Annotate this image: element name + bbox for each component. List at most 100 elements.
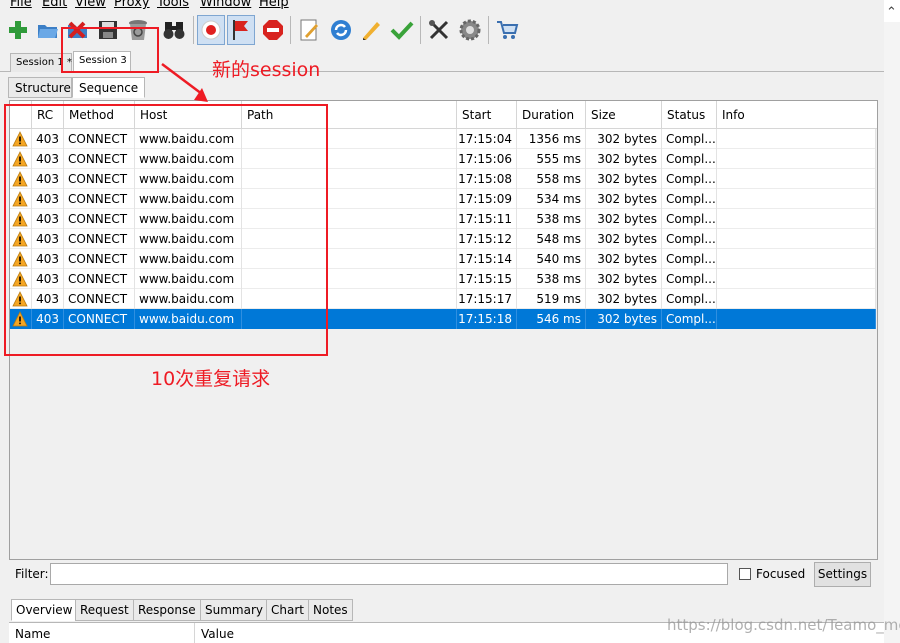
cell-status: Compl... — [662, 309, 717, 329]
filter-label: Filter: — [15, 567, 49, 581]
cell-start: 17:15:18 — [457, 309, 517, 329]
cell-size: 302 bytes — [586, 249, 662, 269]
cell-status: Compl... — [662, 249, 717, 269]
cell-duration: 519 ms — [517, 289, 586, 309]
tab-notes[interactable]: Notes — [308, 599, 353, 621]
cell-start: 17:15:12 — [457, 229, 517, 249]
cell-status: Compl... — [662, 229, 717, 249]
cell-start: 17:15:15 — [457, 269, 517, 289]
col-duration[interactable]: Duration — [517, 101, 586, 129]
cell-duration: 1356 ms — [517, 129, 586, 149]
cell-duration: 558 ms — [517, 169, 586, 189]
binoculars-icon[interactable] — [160, 15, 188, 45]
focused-label[interactable]: Focused — [756, 567, 805, 581]
shopping-cart-icon[interactable] — [493, 15, 521, 45]
cell-status: Compl... — [662, 209, 717, 229]
tab-chart[interactable]: Chart — [266, 599, 309, 621]
settings-button[interactable]: Settings — [814, 562, 871, 587]
cell-duration: 546 ms — [517, 309, 586, 329]
check-icon[interactable] — [388, 15, 416, 45]
cell-status: Compl... — [662, 129, 717, 149]
cell-status: Compl... — [662, 269, 717, 289]
cell-info — [717, 149, 876, 169]
cell-status: Compl... — [662, 149, 717, 169]
tab-response[interactable]: Response — [133, 599, 201, 621]
col-info[interactable]: Info — [717, 101, 877, 129]
cell-info — [717, 309, 876, 329]
menu-help[interactable]: Help — [259, 0, 289, 10]
chevron-up-icon: ⌃ — [886, 5, 897, 20]
menubar: File Edit View Proxy Tools Window Help — [0, 0, 884, 12]
col-start[interactable]: Start — [457, 101, 517, 129]
menu-view[interactable]: View — [75, 0, 106, 10]
cell-size: 302 bytes — [586, 129, 662, 149]
cell-size: 302 bytes — [586, 209, 662, 229]
cell-duration: 538 ms — [517, 269, 586, 289]
annotation-box-requests — [4, 104, 328, 356]
edit-icon[interactable] — [295, 15, 323, 45]
cell-start: 17:15:08 — [457, 169, 517, 189]
watermark: https://blog.csdn.net/Teamo_mc — [667, 616, 900, 634]
cell-start: 17:15:17 — [457, 289, 517, 309]
col-name[interactable]: Name — [9, 623, 195, 643]
cell-duration: 548 ms — [517, 229, 586, 249]
flag-icon[interactable] — [227, 15, 255, 45]
menu-proxy[interactable]: Proxy — [114, 0, 150, 10]
gear-icon[interactable] — [456, 15, 484, 45]
record-icon[interactable] — [197, 15, 225, 45]
pencil-icon[interactable] — [357, 15, 385, 45]
cell-duration: 555 ms — [517, 149, 586, 169]
annotation-arrow — [161, 63, 208, 102]
menu-tools[interactable]: Tools — [157, 0, 189, 10]
cell-info — [717, 229, 876, 249]
focused-checkbox[interactable] — [739, 568, 751, 580]
cell-start: 17:15:14 — [457, 249, 517, 269]
cell-start: 17:15:09 — [457, 189, 517, 209]
toolbar-separator — [290, 16, 291, 44]
cell-size: 302 bytes — [586, 309, 662, 329]
cell-start: 17:15:04 — [457, 129, 517, 149]
cell-status: Compl... — [662, 169, 717, 189]
cell-duration: 538 ms — [517, 209, 586, 229]
cell-size: 302 bytes — [586, 189, 662, 209]
cell-info — [717, 249, 876, 269]
menu-window[interactable]: Window — [200, 0, 251, 10]
tab-structure[interactable]: Structure — [8, 77, 72, 98]
open-folder-icon[interactable] — [34, 15, 62, 45]
cell-status: Compl... — [662, 189, 717, 209]
annotation-repeat-requests: 10次重复请求 — [151, 368, 271, 390]
cell-size: 302 bytes — [586, 169, 662, 189]
tab-sequence[interactable]: Sequence — [72, 77, 145, 98]
menu-file[interactable]: File — [10, 0, 32, 10]
annotation-box-session — [61, 27, 159, 73]
tab-summary[interactable]: Summary — [200, 599, 268, 621]
cell-info — [717, 189, 876, 209]
cell-duration: 540 ms — [517, 249, 586, 269]
cell-size: 302 bytes — [586, 149, 662, 169]
toolbar-separator — [193, 16, 194, 44]
col-size[interactable]: Size — [586, 101, 662, 129]
tab-overview[interactable]: Overview — [11, 599, 78, 621]
toolbar-separator — [488, 16, 489, 44]
cell-info — [717, 269, 876, 289]
cell-info — [717, 289, 876, 309]
add-icon[interactable] — [4, 15, 32, 45]
refresh-icon[interactable] — [327, 15, 355, 45]
cell-duration: 534 ms — [517, 189, 586, 209]
tab-request[interactable]: Request — [75, 599, 134, 621]
cell-info — [717, 169, 876, 189]
stop-icon[interactable] — [259, 15, 287, 45]
cell-start: 17:15:11 — [457, 209, 517, 229]
col-status[interactable]: Status — [662, 101, 717, 129]
background-window-edge: ⌃ — [884, 0, 900, 643]
cell-size: 302 bytes — [586, 289, 662, 309]
filter-input[interactable] — [50, 563, 728, 585]
background-pane — [884, 22, 900, 643]
annotation-new-session: 新的session — [212, 59, 321, 81]
filter-bar: Filter: Focused Settings — [9, 561, 878, 589]
cell-start: 17:15:06 — [457, 149, 517, 169]
cell-status: Compl... — [662, 289, 717, 309]
tools-icon[interactable] — [425, 15, 453, 45]
cell-info — [717, 209, 876, 229]
menu-edit[interactable]: Edit — [42, 0, 67, 10]
